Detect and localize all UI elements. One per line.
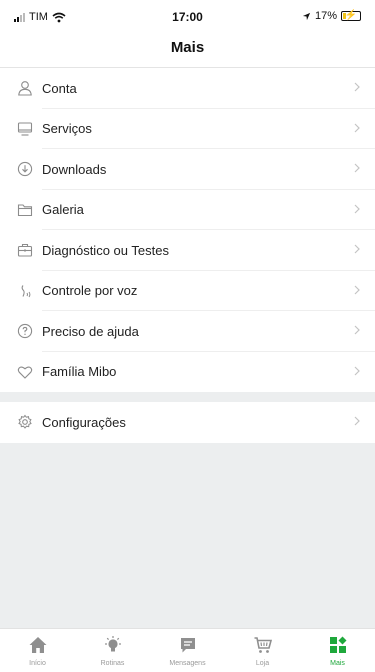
menu-item-diagnostico[interactable]: Diagnóstico ou Testes xyxy=(0,230,375,271)
chevron-right-icon xyxy=(354,204,360,213)
tab-mais[interactable]: Mais xyxy=(300,629,375,672)
monitor-icon xyxy=(17,121,33,136)
menu-item-label: Controle por voz xyxy=(42,283,138,299)
status-right: 17% ⚡ xyxy=(302,10,361,22)
menu-item-servicos[interactable]: Serviços xyxy=(0,109,375,149)
menu-item-label: Conta xyxy=(42,80,77,96)
chevron-right-icon xyxy=(354,416,360,426)
cart-icon xyxy=(254,637,272,653)
tab-mensagens[interactable]: Mensagens xyxy=(150,629,225,672)
chevron-right-icon xyxy=(354,285,360,294)
menu-list: Conta Serviços Downloads Galeria Diagnós… xyxy=(0,68,375,392)
more-grid-icon xyxy=(329,636,346,653)
user-icon xyxy=(18,81,32,96)
location-arrow-icon xyxy=(302,12,311,20)
battery-icon: ⚡ xyxy=(341,10,361,21)
home-icon xyxy=(29,637,46,653)
chevron-right-icon xyxy=(354,163,360,173)
message-icon xyxy=(180,638,195,653)
menu-item-label: Diagnóstico ou Testes xyxy=(42,242,169,258)
folder-icon xyxy=(17,203,33,216)
tab-label: Mensagens xyxy=(169,660,206,667)
status-bar: TIM 17:00 17% ⚡ xyxy=(0,0,375,32)
download-circle-icon xyxy=(17,161,33,177)
chevron-right-icon xyxy=(354,366,360,375)
tab-label: Início xyxy=(29,660,46,667)
heart-icon xyxy=(17,366,33,379)
tab-loja[interactable]: Loja xyxy=(225,629,300,672)
tab-inicio[interactable]: Início xyxy=(0,629,75,672)
menu-item-downloads[interactable]: Downloads xyxy=(0,149,375,190)
menu-item-conta[interactable]: Conta xyxy=(0,68,375,109)
voice-icon xyxy=(21,284,31,297)
menu-item-galeria[interactable]: Galeria xyxy=(0,190,375,230)
page-title: Mais xyxy=(170,39,205,56)
menu-item-configuracoes[interactable]: Configurações xyxy=(0,402,375,443)
tab-rotinas[interactable]: Rotinas xyxy=(75,629,150,672)
tab-label: Rotinas xyxy=(100,660,125,667)
toolbox-icon xyxy=(17,243,33,257)
battery-percent: 17% xyxy=(314,10,337,22)
chevron-right-icon xyxy=(354,325,360,335)
chevron-right-icon xyxy=(354,244,360,254)
tab-bar: Início Rotinas Mensagens Loja Mais xyxy=(0,628,375,672)
menu-item-label: Galeria xyxy=(42,202,84,218)
menu-item-label: Serviços xyxy=(42,121,92,137)
chevron-right-icon xyxy=(354,123,360,132)
tab-label: Loja xyxy=(255,660,270,667)
help-circle-icon xyxy=(17,323,33,339)
bulb-icon xyxy=(104,636,121,652)
settings-list: Configurações xyxy=(0,402,375,443)
menu-item-label: Downloads xyxy=(42,161,107,177)
chevron-right-icon xyxy=(354,82,360,92)
menu-item-ajuda[interactable]: Preciso de ajuda xyxy=(0,311,375,352)
menu-item-label: Família Mibo xyxy=(42,364,117,380)
tab-label: Mais xyxy=(330,660,345,667)
gear-icon xyxy=(18,414,32,429)
menu-item-label: Configurações xyxy=(42,414,126,430)
menu-item-familia-mibo[interactable]: Família Mibo xyxy=(0,352,375,393)
menu-item-controle-voz[interactable]: Controle por voz xyxy=(0,271,375,311)
menu-item-label: Preciso de ajuda xyxy=(42,323,139,339)
header: Mais xyxy=(0,32,375,68)
